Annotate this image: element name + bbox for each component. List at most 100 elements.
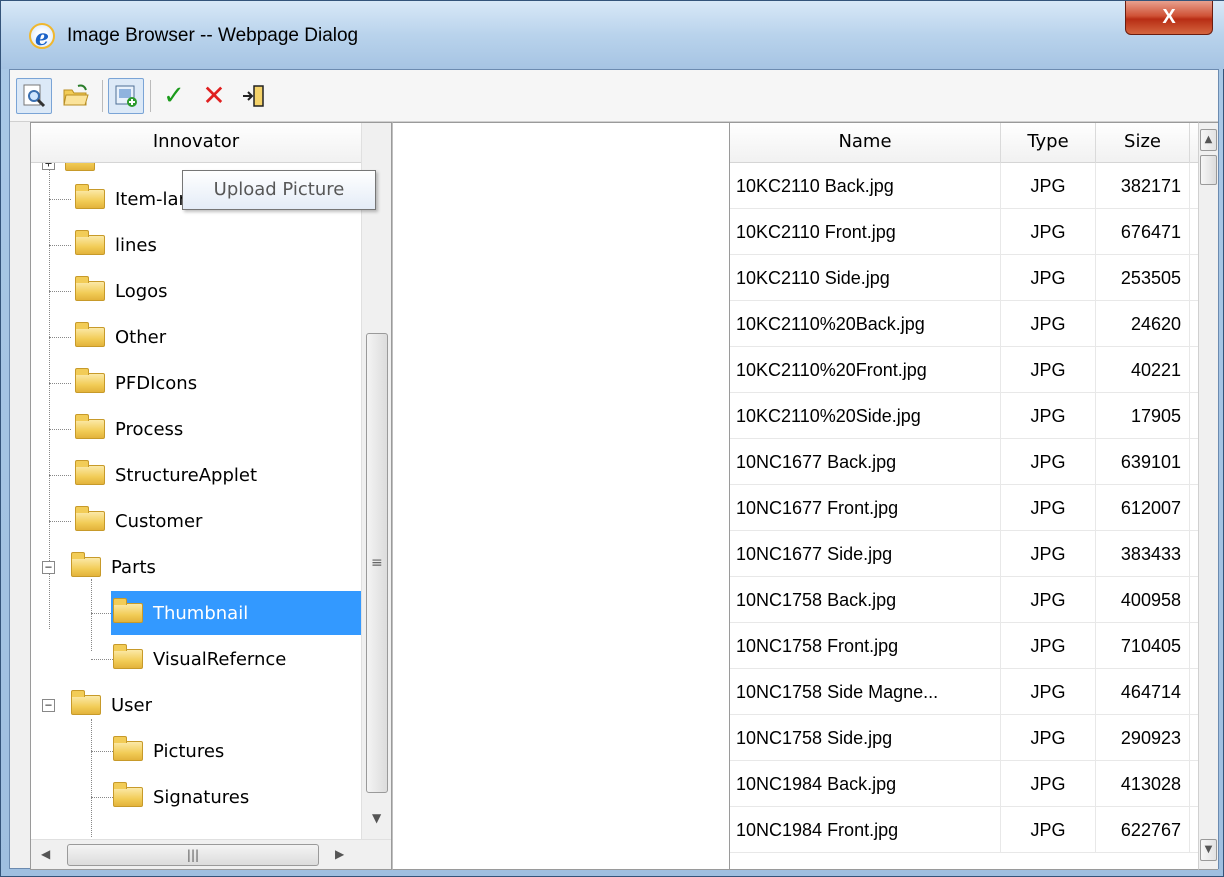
scroll-up-arrow-icon[interactable]: ▲: [1200, 129, 1217, 151]
table-row[interactable]: 10NC1758 Front.jpg JPG 710405: [730, 623, 1198, 669]
tree-item-label: Thumbnail: [153, 602, 249, 624]
column-header-name[interactable]: Name: [730, 123, 1001, 163]
file-name-cell: 10KC2110%20Side.jpg: [730, 393, 1001, 439]
table-row[interactable]: 10KC2110%20Front.jpg JPG 40221: [730, 347, 1198, 393]
table-row[interactable]: 10NC1677 Side.jpg JPG 383433: [730, 531, 1198, 577]
file-name-cell: 10KC2110 Front.jpg: [730, 209, 1001, 255]
grid-header: Name Type Size: [730, 123, 1198, 163]
tree-item-label: Customer: [115, 510, 203, 532]
magnifier-page-icon: [23, 84, 46, 108]
tree-item-structureapplet[interactable]: StructureApplet: [31, 453, 361, 497]
scroll-down-arrow-icon[interactable]: ▼: [372, 811, 381, 825]
file-type-cell: JPG: [1001, 347, 1096, 393]
table-row[interactable]: 10NC1758 Side.jpg JPG 290923: [730, 715, 1198, 761]
tree-item-thumbnail[interactable]: Thumbnail: [31, 591, 361, 635]
tree-vertical-scrollbar[interactable]: ≡ ▼: [361, 123, 391, 839]
file-type-cell: JPG: [1001, 807, 1096, 853]
tree-item-user[interactable]: User: [31, 683, 361, 727]
grid-vertical-scrollbar[interactable]: ▲ ▼: [1198, 122, 1218, 870]
column-header-type[interactable]: Type: [1001, 123, 1096, 163]
table-row[interactable]: 10NC1758 Back.jpg JPG 400958: [730, 577, 1198, 623]
scroll-down-arrow-icon[interactable]: ▼: [1200, 839, 1217, 861]
folder-icon: [113, 598, 143, 623]
column-header-size[interactable]: Size: [1096, 123, 1190, 163]
close-button[interactable]: X: [1125, 1, 1213, 35]
tree-item-label: Logos: [115, 280, 168, 302]
collapse-icon[interactable]: −: [42, 561, 55, 574]
folder-icon: [75, 276, 105, 301]
dialog-client-area: ✓ ✕ Innovator ▲ +: [9, 69, 1219, 870]
table-row[interactable]: 10NC1984 Front.jpg JPG 622767: [730, 807, 1198, 853]
file-name-cell: 10NC1677 Front.jpg: [730, 485, 1001, 531]
tree-item-label: Signatures: [153, 786, 250, 808]
toolbar-separator: [102, 80, 103, 112]
file-name-cell: 10KC2110%20Back.jpg: [730, 301, 1001, 347]
window-title: Image Browser -- Webpage Dialog: [67, 25, 359, 46]
tree-item-process[interactable]: Process: [31, 407, 361, 451]
table-row[interactable]: 10KC2110 Back.jpg JPG 382171: [730, 163, 1198, 209]
table-row[interactable]: 10NC1984 Back.jpg JPG 413028: [730, 761, 1198, 807]
file-size-cell: 290923: [1096, 715, 1190, 761]
file-type-cell: JPG: [1001, 209, 1096, 255]
image-add-icon: [115, 85, 137, 107]
tree-item-pictures[interactable]: Pictures: [31, 729, 361, 773]
file-type-cell: JPG: [1001, 761, 1096, 807]
ok-button[interactable]: ✓: [156, 78, 192, 114]
table-row[interactable]: 10KC2110 Front.jpg JPG 676471: [730, 209, 1198, 255]
file-type-cell: JPG: [1001, 393, 1096, 439]
tree-item-label: lines: [115, 234, 157, 256]
file-name-cell: 10NC1677 Back.jpg: [730, 439, 1001, 485]
table-row[interactable]: 10NC1677 Back.jpg JPG 639101: [730, 439, 1198, 485]
file-size-cell: 639101: [1096, 439, 1190, 485]
scroll-right-arrow-icon[interactable]: ▶: [335, 847, 344, 861]
grip-icon: ≡: [371, 555, 383, 571]
table-row[interactable]: 10NC1677 Front.jpg JPG 612007: [730, 485, 1198, 531]
upload-picture-button[interactable]: [108, 78, 144, 114]
tree-horizontal-scrollbar[interactable]: ◀ ||| ▶: [31, 839, 391, 869]
collapse-icon[interactable]: −: [42, 699, 55, 712]
tree-item-parts[interactable]: Parts: [31, 545, 361, 589]
toolbar-separator: [150, 80, 151, 112]
image-preview-panel: [392, 122, 730, 870]
file-type-cell: JPG: [1001, 715, 1096, 761]
file-size-cell: 612007: [1096, 485, 1190, 531]
tooltip: Upload Picture: [182, 170, 376, 210]
tree-item-visualrefernce[interactable]: VisualRefernce: [31, 637, 361, 681]
table-row[interactable]: 10KC2110 Side.jpg JPG 253505: [730, 255, 1198, 301]
tree-item-other[interactable]: Other: [31, 315, 361, 359]
folder-icon: [71, 690, 101, 715]
open-folder-button[interactable]: [58, 78, 94, 114]
file-type-cell: JPG: [1001, 301, 1096, 347]
file-type-cell: JPG: [1001, 255, 1096, 301]
file-size-cell: 413028: [1096, 761, 1190, 807]
folder-icon: [65, 163, 95, 171]
exit-button[interactable]: [236, 78, 272, 114]
file-name-cell: 10KC2110 Back.jpg: [730, 163, 1001, 209]
file-name-cell: 10KC2110%20Front.jpg: [730, 347, 1001, 393]
table-row[interactable]: 10NC1758 Side Magne... JPG 464714: [730, 669, 1198, 715]
tree-item-signatures[interactable]: Signatures: [31, 775, 361, 819]
table-row[interactable]: 10KC2110%20Back.jpg JPG 24620: [730, 301, 1198, 347]
folder-icon: [113, 782, 143, 807]
folder-tree-panel: Innovator ▲ + Item-large lines: [30, 122, 392, 870]
file-name-cell: 10NC1677 Side.jpg: [730, 531, 1001, 577]
tree-item-lines[interactable]: lines: [31, 223, 361, 267]
file-size-cell: 710405: [1096, 623, 1190, 669]
scrollbar-thumb[interactable]: |||: [67, 844, 319, 866]
file-type-cell: JPG: [1001, 577, 1096, 623]
preview-button[interactable]: [16, 78, 52, 114]
file-name-cell: 10NC1984 Front.jpg: [730, 807, 1001, 853]
tree-item-pfdicons[interactable]: PFDIcons: [31, 361, 361, 405]
folder-tree: + Item-large lines Logos Other PFDIcons …: [31, 163, 361, 843]
expand-icon[interactable]: +: [42, 163, 55, 170]
title-bar[interactable]: e Image Browser -- Webpage Dialog X: [1, 1, 1224, 69]
tree-header[interactable]: Innovator: [31, 123, 361, 163]
open-folder-icon: [63, 84, 89, 106]
scrollbar-thumb[interactable]: [1200, 155, 1217, 185]
cancel-button[interactable]: ✕: [196, 78, 232, 114]
scroll-left-arrow-icon[interactable]: ◀: [41, 847, 50, 861]
tree-item-logos[interactable]: Logos: [31, 269, 361, 313]
folder-icon: [75, 460, 105, 485]
table-row[interactable]: 10KC2110%20Side.jpg JPG 17905: [730, 393, 1198, 439]
tree-item-customer[interactable]: Customer: [31, 499, 361, 543]
